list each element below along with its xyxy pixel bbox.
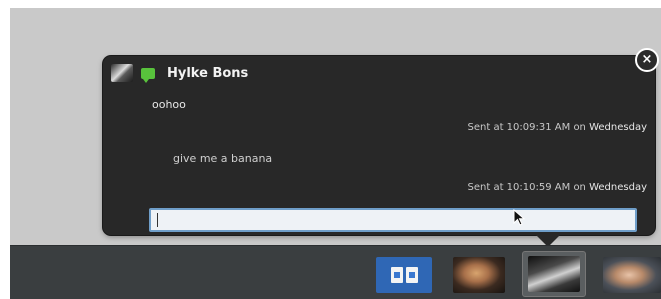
- chat-notification-popup: × Hylke Bons oohoo Sent at 10:09:31 AM o…: [103, 48, 659, 247]
- message-text: give me a banana: [173, 152, 273, 165]
- selected-contact-avatar[interactable]: [522, 251, 586, 297]
- reply-input[interactable]: [149, 208, 637, 232]
- chat-header: Hylke Bons: [111, 63, 248, 83]
- message-day: Wednesday: [589, 122, 647, 133]
- contact-avatar-icon[interactable]: [603, 257, 661, 293]
- document-icon: [405, 267, 418, 283]
- message-text: oohoo: [152, 98, 186, 111]
- close-button[interactable]: ×: [635, 48, 659, 72]
- contact-avatar-icon: [111, 64, 133, 82]
- message-timestamp: Sent at 10:10:59 AM on Wednesday: [468, 182, 647, 193]
- message-on: on: [573, 122, 586, 133]
- message-timestamp: Sent at 10:09:31 AM on Wednesday: [468, 122, 647, 133]
- contact-avatar-icon[interactable]: [453, 257, 505, 293]
- message-on: on: [573, 182, 586, 193]
- message-day: Wednesday: [589, 182, 647, 193]
- bottom-panel: [10, 245, 661, 299]
- contact-avatar-icon: [528, 256, 580, 292]
- text-caret: [157, 213, 158, 227]
- documents-icon[interactable]: [376, 257, 432, 293]
- message-time: Sent at 10:09:31 AM: [467, 122, 571, 133]
- chat-bubble-icon: [141, 67, 155, 83]
- message-time: Sent at 10:10:59 AM: [467, 182, 571, 193]
- contact-name: Hylke Bons: [167, 65, 249, 81]
- document-icon: [390, 267, 403, 283]
- desktop: × Hylke Bons oohoo Sent at 10:09:31 AM o…: [10, 8, 661, 299]
- mouse-pointer-icon: [513, 209, 526, 226]
